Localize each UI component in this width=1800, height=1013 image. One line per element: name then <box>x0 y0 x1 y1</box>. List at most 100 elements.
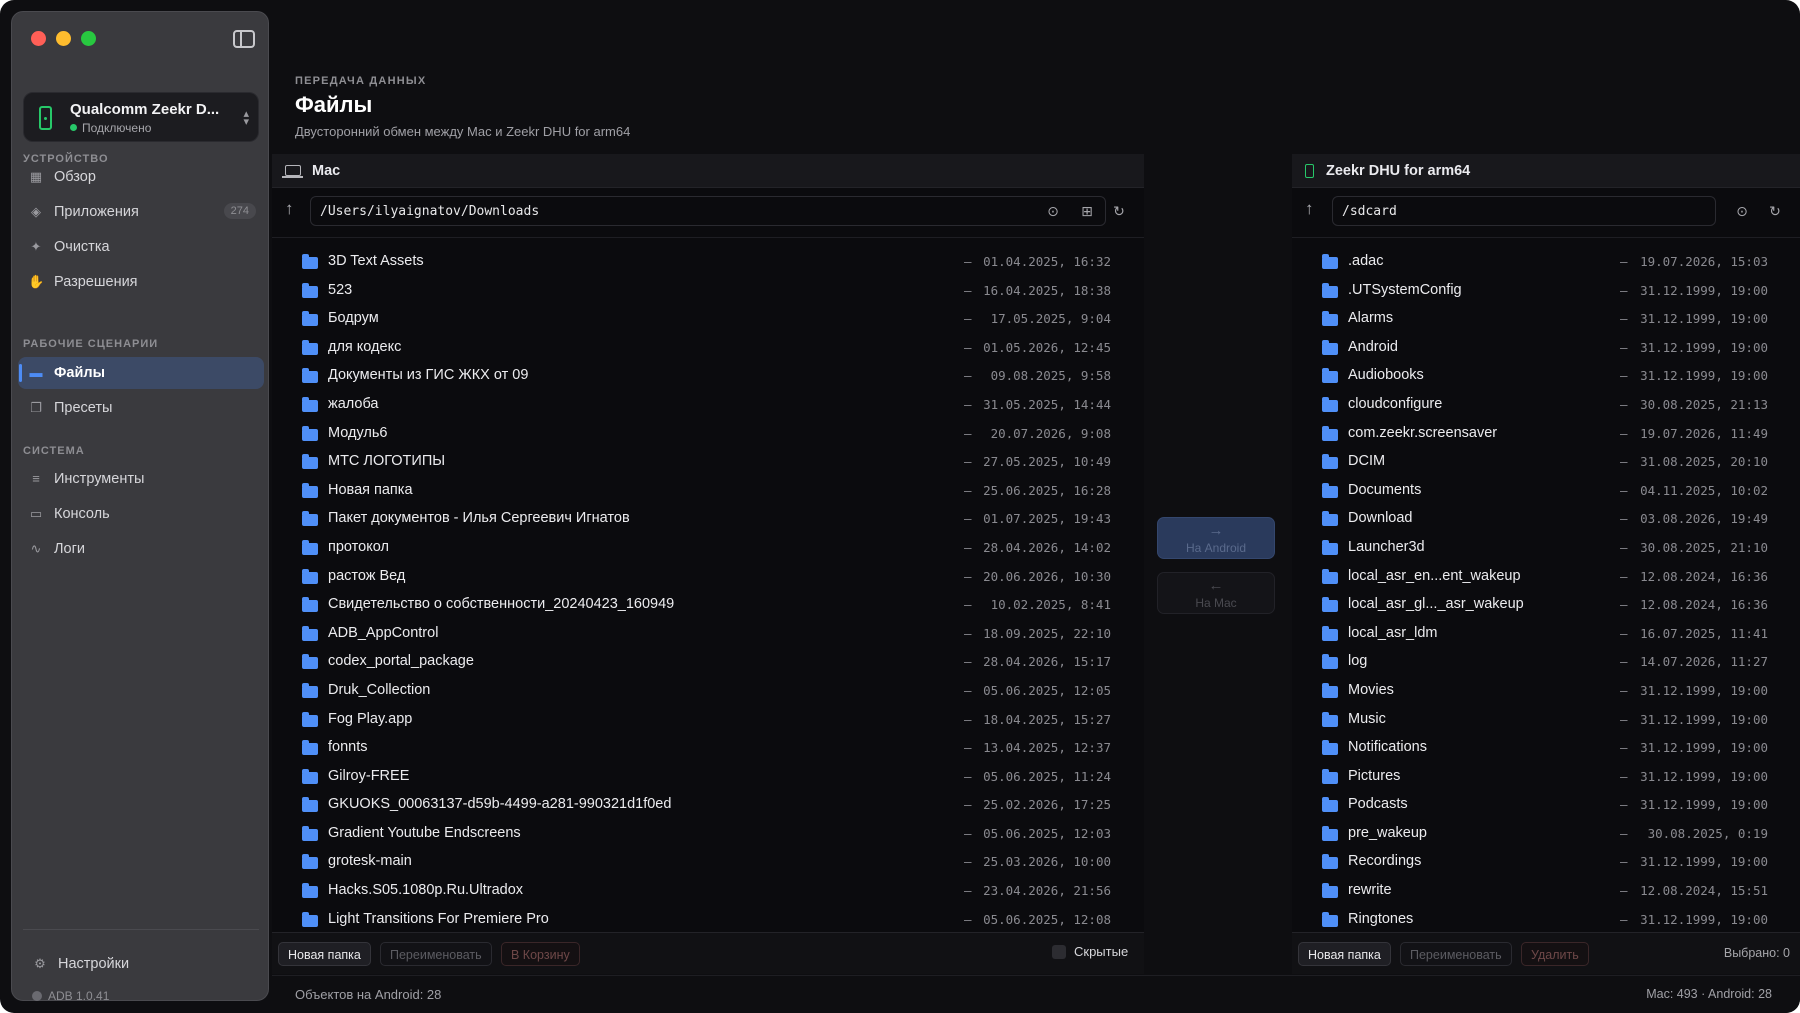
file-row[interactable]: 523—16.04.2025, 18:38 <box>272 279 1144 308</box>
mac-file-list: 3D Text Assets —01.04.2025, 16:32 523—16.0… <box>272 250 1144 936</box>
sidebar-item-apps[interactable]: ◈ Приложения 274 <box>18 196 264 228</box>
transfer-to-mac-button[interactable]: ← На Mac <box>1157 572 1275 614</box>
folder-icon <box>302 625 318 641</box>
go-up-icon[interactable]: ↑ <box>1305 199 1314 219</box>
file-row[interactable]: для кодекс —01.05.2026, 12:45 <box>272 336 1144 365</box>
file-row[interactable]: log —14.07.2026, 11:27 <box>1292 650 1800 679</box>
file-row[interactable]: Music —31.12.1999, 19:00 <box>1292 708 1800 737</box>
file-date: 20.07.2026, 9:08 <box>990 425 1111 441</box>
file-name: 523 <box>328 281 353 298</box>
file-row[interactable]: Pictures —31.12.1999, 19:00 <box>1292 765 1800 794</box>
file-row[interactable]: fonnts —13.04.2025, 12:37 <box>272 736 1144 765</box>
file-row[interactable]: 3D Text Assets —01.04.2025, 16:32 <box>272 250 1144 279</box>
sidebar-item-label: Очистка <box>54 239 110 255</box>
file-row[interactable]: .adac —19.07.2026, 15:03 <box>1292 250 1800 279</box>
file-date: 05.06.2025, 12:05 <box>983 682 1111 698</box>
new-folder-icon[interactable]: ⊞ <box>1078 202 1096 220</box>
file-date: 31.12.1999, 19:00 <box>1640 682 1768 698</box>
file-name: Ringtones <box>1348 910 1414 927</box>
file-row[interactable]: Свидетельство о собственности_20240423_1… <box>272 593 1144 622</box>
folder-icon <box>302 454 318 470</box>
device-selector[interactable]: Qualcomm Zeekr D... Подключено ▴ ▾ <box>23 92 259 142</box>
file-row[interactable]: растож Вед —20.06.2026, 10:30 <box>272 565 1144 594</box>
android-new-folder-button[interactable]: Новая папка <box>1298 942 1391 966</box>
file-row[interactable]: Fog Play.app —18.04.2025, 15:27 <box>272 708 1144 737</box>
file-row[interactable]: local_asr_en...ent_wakeup —12.08.2024, 16… <box>1292 565 1800 594</box>
sidebar-item-console[interactable]: ▭ Консоль <box>18 498 264 530</box>
file-row[interactable]: МТС ЛОГОТИПЫ —27.05.2025, 10:49 <box>272 450 1144 479</box>
zoom-window-button[interactable] <box>81 31 96 46</box>
sidebar-item-presets[interactable]: ❐ Пресеты <box>18 392 264 424</box>
android-path-field[interactable]: /sdcard <box>1332 196 1716 226</box>
file-row[interactable]: GKUOKS_00063137-d59b-4499-a281-990321d1f… <box>272 793 1144 822</box>
sidebar-item-logs[interactable]: ∿ Логи <box>18 533 264 565</box>
file-row[interactable]: Новая папка —25.06.2025, 16:28 <box>272 479 1144 508</box>
go-to-icon[interactable]: ⊙ <box>1044 202 1062 220</box>
android-object-count: Объектов на Android: 28 <box>295 987 442 1002</box>
mac-rename-button[interactable]: Переименовать <box>380 942 492 966</box>
sliders-icon: ≡ <box>32 471 40 486</box>
hand-icon: ✋ <box>28 274 45 289</box>
file-row[interactable]: Movies —31.12.1999, 19:00 <box>1292 679 1800 708</box>
file-row[interactable]: ADB_AppControl —18.09.2025, 22:10 <box>272 622 1144 651</box>
file-row[interactable]: local_asr_gl..._asr_wakeup —12.08.2024, 1… <box>1292 593 1800 622</box>
minimize-window-button[interactable] <box>56 31 71 46</box>
mac-trash-button[interactable]: В Корзину <box>501 942 580 966</box>
file-row[interactable]: Gilroy-FREE —05.06.2025, 11:24 <box>272 765 1144 794</box>
file-row[interactable]: протокол —28.04.2026, 14:02 <box>272 536 1144 565</box>
file-date: 16.07.2025, 11:41 <box>1640 625 1768 641</box>
file-row[interactable]: rewrite —12.08.2024, 15:51 <box>1292 879 1800 908</box>
file-row[interactable]: Android —31.12.1999, 19:00 <box>1292 336 1800 365</box>
page-title: Файлы <box>295 92 373 117</box>
file-row[interactable]: Audiobooks —31.12.1999, 19:00 <box>1292 364 1800 393</box>
go-to-icon[interactable]: ⊙ <box>1733 202 1751 220</box>
refresh-icon[interactable]: ↻ <box>1766 202 1784 220</box>
file-row[interactable]: Gradient Youtube Endscreens —05.06.2025, … <box>272 822 1144 851</box>
sidebar-item-settings[interactable]: ⚙ Настройки <box>32 956 129 972</box>
file-row[interactable]: жалоба —31.05.2025, 14:44 <box>272 393 1144 422</box>
file-row[interactable]: grotesk-main —25.03.2026, 10:00 <box>272 850 1144 879</box>
file-row[interactable]: Пакет документов - Илья Сергеевич Игнато… <box>272 507 1144 536</box>
file-row[interactable]: Модуль6—20.07.2026, 9:08 <box>272 422 1144 451</box>
file-row[interactable]: Podcasts —31.12.1999, 19:00 <box>1292 793 1800 822</box>
sidebar-item-cleanup[interactable]: ✦ Очистка <box>18 231 264 263</box>
file-row[interactable]: pre_wakeup —30.08.2025, 0:19 <box>1292 822 1800 851</box>
file-row[interactable]: local_asr_ldm —16.07.2025, 11:41 <box>1292 622 1800 651</box>
adb-version: ADB 1.0.41 <box>32 989 109 1003</box>
file-row[interactable]: Druk_Collection —05.06.2025, 12:05 <box>272 679 1144 708</box>
go-up-icon[interactable]: ↑ <box>285 199 294 219</box>
file-row[interactable]: Документы из ГИС ЖКХ от 09—09.08.2025, 9… <box>272 364 1144 393</box>
mac-pane-footer: Новая папка Переименовать В Корзину Скры… <box>272 932 1144 974</box>
file-row[interactable]: Documents —04.11.2025, 10:02 <box>1292 479 1800 508</box>
refresh-icon[interactable]: ↻ <box>1110 202 1128 220</box>
file-row[interactable]: Бодрум —17.05.2025, 9:04 <box>272 307 1144 336</box>
mac-path-field[interactable]: /Users/ilyaignatov/Downloads <box>310 196 1106 226</box>
file-row[interactable]: Launcher3d —30.08.2025, 21:10 <box>1292 536 1800 565</box>
android-pane-header: Zeekr DHU for arm64 <box>1292 154 1800 188</box>
file-row[interactable]: com.zeekr.screensaver —19.07.2026, 11:49 <box>1292 422 1800 451</box>
sidebar-item-files[interactable]: ▬ Файлы <box>18 357 264 389</box>
file-row[interactable]: .UTSystemConfig —31.12.1999, 19:00 <box>1292 279 1800 308</box>
file-row[interactable]: cloudconfigure —30.08.2025, 21:13 <box>1292 393 1800 422</box>
sidebar-item-tools[interactable]: ≡ Инструменты <box>18 463 264 495</box>
show-hidden-checkbox[interactable]: Скрытые <box>1052 944 1128 959</box>
sidebar-item-permissions[interactable]: ✋ Разрешения <box>18 266 264 298</box>
file-row[interactable]: Recordings —31.12.1999, 19:00 <box>1292 850 1800 879</box>
android-rename-button[interactable]: Переименовать <box>1400 942 1512 966</box>
folder-icon <box>302 740 318 756</box>
file-row[interactable]: Notifications —31.12.1999, 19:00 <box>1292 736 1800 765</box>
file-row[interactable]: DCIM —31.08.2025, 20:10 <box>1292 450 1800 479</box>
sidebar-toggle-icon[interactable] <box>233 30 255 48</box>
file-row[interactable]: Alarms —31.12.1999, 19:00 <box>1292 307 1800 336</box>
close-window-button[interactable] <box>31 31 46 46</box>
file-row[interactable]: codex_portal_package —28.04.2026, 15:17 <box>272 650 1144 679</box>
file-name: Podcasts <box>1348 796 1408 813</box>
sidebar-item-overview[interactable]: ▦ Обзор <box>18 161 264 193</box>
transfer-to-android-button[interactable]: → На Android <box>1157 517 1275 559</box>
file-name: Recordings <box>1348 853 1422 870</box>
file-row[interactable]: Hacks.S05.1080p.Ru.Ultradox —23.04.2026, … <box>272 879 1144 908</box>
file-name: ADB_AppControl <box>328 624 439 641</box>
mac-new-folder-button[interactable]: Новая папка <box>278 942 371 966</box>
android-delete-button[interactable]: Удалить <box>1521 942 1589 966</box>
file-row[interactable]: Download —03.08.2026, 19:49 <box>1292 507 1800 536</box>
